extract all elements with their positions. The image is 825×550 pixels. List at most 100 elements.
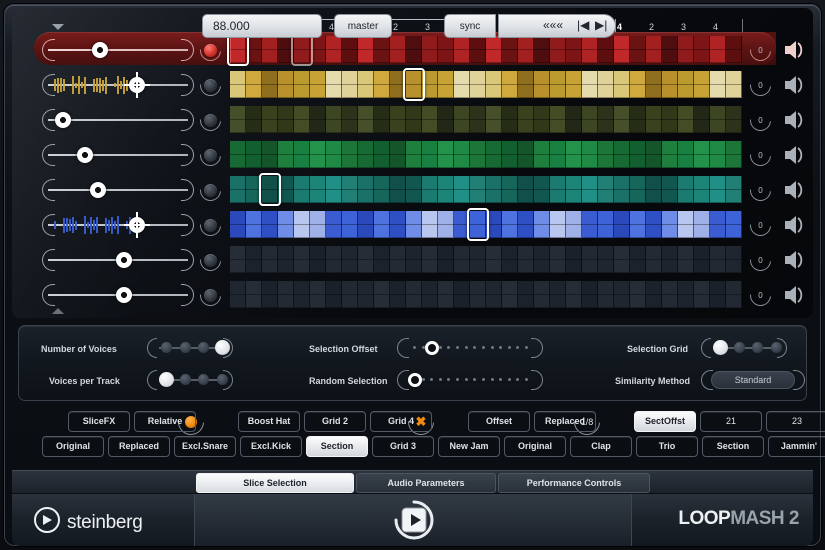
slice-cell[interactable] xyxy=(374,36,390,63)
slice-cell[interactable] xyxy=(342,106,358,133)
slice-cell[interactable] xyxy=(726,176,742,203)
track-volume-knob[interactable]: 0 xyxy=(750,40,771,61)
control-dot[interactable] xyxy=(525,378,528,381)
prev-slice-button[interactable]: |◀ xyxy=(577,18,589,32)
control-dot[interactable] xyxy=(499,378,502,381)
control-dot[interactable] xyxy=(422,378,425,381)
control-dot[interactable] xyxy=(516,346,519,349)
preset-button[interactable]: Boost Hat xyxy=(238,411,300,432)
slice-cell[interactable] xyxy=(598,36,614,63)
slice-cell[interactable] xyxy=(326,281,342,308)
slice-cell[interactable] xyxy=(550,176,566,203)
slice-cell[interactable] xyxy=(326,141,342,168)
slice-cell[interactable] xyxy=(534,71,550,98)
slice-cell[interactable] xyxy=(694,106,710,133)
slice-cell[interactable] xyxy=(406,141,422,168)
number-of-voices-control[interactable] xyxy=(147,338,233,358)
control-step[interactable] xyxy=(198,342,209,353)
slice-cell[interactable] xyxy=(486,246,502,273)
slice-cell[interactable] xyxy=(374,141,390,168)
slice-cell[interactable] xyxy=(710,281,726,308)
slider-handle[interactable] xyxy=(116,287,132,303)
slice-cell[interactable] xyxy=(582,246,598,273)
control-dot[interactable] xyxy=(465,346,468,349)
slice-cell[interactable] xyxy=(726,106,742,133)
slice-cell[interactable] xyxy=(486,36,502,63)
slice-cell[interactable] xyxy=(294,141,310,168)
slice-cell[interactable] xyxy=(422,36,438,63)
slice-cell[interactable] xyxy=(694,281,710,308)
slice-cell[interactable] xyxy=(486,141,502,168)
preset-button[interactable]: Excl.Snare xyxy=(174,436,236,457)
slice-cell[interactable] xyxy=(342,36,358,63)
control-dot[interactable] xyxy=(516,378,519,381)
slice-cell[interactable] xyxy=(278,141,294,168)
control-dot[interactable] xyxy=(491,346,494,349)
track-gain-knob[interactable] xyxy=(200,40,221,61)
track-volume-knob[interactable]: 0 xyxy=(750,285,771,306)
slice-cell[interactable] xyxy=(646,176,662,203)
slice-cell[interactable] xyxy=(246,281,262,308)
slice-cell[interactable] xyxy=(518,36,534,63)
slice-cell[interactable] xyxy=(502,246,518,273)
slice-cell[interactable] xyxy=(390,176,406,203)
slice-cell[interactable] xyxy=(438,211,454,238)
sync-button[interactable]: sync xyxy=(444,14,496,38)
slice-cell[interactable] xyxy=(310,141,326,168)
selection-grid-control[interactable] xyxy=(701,338,787,358)
slice-cell[interactable] xyxy=(630,211,646,238)
slice-cell[interactable] xyxy=(726,141,742,168)
slice-cell[interactable] xyxy=(550,246,566,273)
preset-button[interactable]: Jammin' xyxy=(768,436,825,457)
slice-cell[interactable] xyxy=(582,211,598,238)
track-position-slider[interactable] xyxy=(42,73,194,97)
slice-cell[interactable] xyxy=(534,211,550,238)
slice-cell[interactable] xyxy=(710,176,726,203)
slice-cell[interactable] xyxy=(358,106,374,133)
slice-cell[interactable] xyxy=(342,71,358,98)
preset-button[interactable]: Replaced xyxy=(108,436,170,457)
track-position-slider[interactable] xyxy=(42,38,194,62)
preset-button[interactable]: Relative xyxy=(134,411,196,432)
slice-cell[interactable] xyxy=(470,141,486,168)
slice-cell[interactable] xyxy=(358,281,374,308)
slice-cell[interactable] xyxy=(326,106,342,133)
slice-cell[interactable] xyxy=(614,106,630,133)
track-mute-button[interactable] xyxy=(782,179,806,201)
slice-cell[interactable] xyxy=(470,36,486,63)
slice-cell[interactable] xyxy=(582,106,598,133)
slice-cell[interactable] xyxy=(342,281,358,308)
control-dot[interactable] xyxy=(525,346,528,349)
slice-selection-box[interactable] xyxy=(467,208,489,241)
slice-cell[interactable] xyxy=(582,71,598,98)
slice-cell[interactable] xyxy=(678,246,694,273)
slice-cell[interactable] xyxy=(598,141,614,168)
slice-cell[interactable] xyxy=(534,141,550,168)
slider-handle[interactable] xyxy=(55,112,71,128)
slice-cell[interactable] xyxy=(246,211,262,238)
track-gain-knob[interactable] xyxy=(200,250,221,271)
slice-cell[interactable] xyxy=(518,176,534,203)
preset-button[interactable]: 23 xyxy=(766,411,825,432)
slice-cell[interactable] xyxy=(310,106,326,133)
slice-cell[interactable] xyxy=(390,281,406,308)
slice-cell[interactable] xyxy=(358,176,374,203)
slice-cell[interactable] xyxy=(550,106,566,133)
slice-cell[interactable] xyxy=(326,211,342,238)
slice-cell[interactable] xyxy=(406,281,422,308)
slice-cell[interactable] xyxy=(566,106,582,133)
slice-cell[interactable] xyxy=(246,71,262,98)
slice-cell[interactable] xyxy=(342,176,358,203)
slider-handle[interactable] xyxy=(129,217,145,233)
slice-cell[interactable] xyxy=(726,281,742,308)
track-slice-grid[interactable] xyxy=(230,211,742,238)
slice-cell[interactable] xyxy=(678,106,694,133)
slice-cell[interactable] xyxy=(630,36,646,63)
control-step[interactable] xyxy=(771,342,782,353)
slice-cell[interactable] xyxy=(310,71,326,98)
slice-cell[interactable] xyxy=(566,36,582,63)
slice-cell[interactable] xyxy=(678,36,694,63)
track-row[interactable]: 0 xyxy=(12,174,813,205)
slice-cell[interactable] xyxy=(342,141,358,168)
slice-cell[interactable] xyxy=(646,246,662,273)
